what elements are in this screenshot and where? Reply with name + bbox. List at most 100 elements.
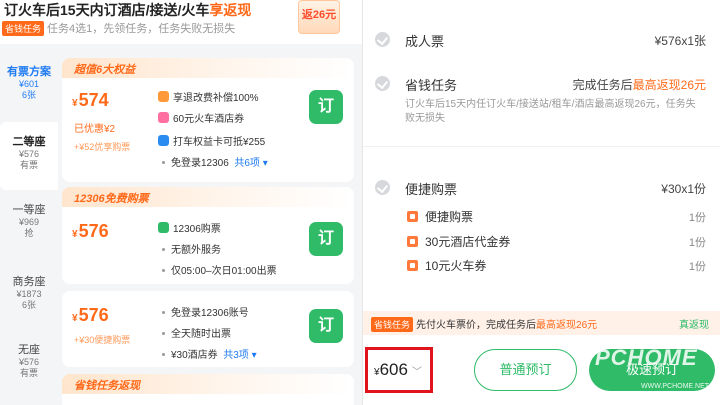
seat-price: ¥969 [18,217,40,227]
currency-symbol: ¥ [72,229,78,240]
taxi-card-icon [158,135,169,146]
seat-name: 一等座 [12,204,46,216]
item-qty: 1份 [688,212,706,224]
bullet-icon [162,332,165,335]
feature-item: 12306购票 [158,220,221,235]
card-header: 省钱任务返现 [62,374,354,394]
bullet-icon [162,248,165,251]
red-envelope-icon[interactable]: 返26元 [298,0,340,34]
seat-stock: 6张 [21,90,36,100]
divider [363,146,720,147]
seat-type-nav: 有票方案 ¥601 6张 二等座 ¥576 有票 一等座 ¥969 抢 商务座 … [0,58,58,405]
seat-tab-no-seat[interactable]: 无座 ¥576 有票 [0,344,58,388]
seat-tab-ticket-plan[interactable]: 有票方案 ¥601 6张 [0,66,58,110]
card-header-label: 12306免费购票 [74,193,149,205]
envelope-label: 返26元 [301,9,337,21]
package-card-convenient[interactable]: ¥576 +¥30便捷购票 免登录12306账号 全天随时出票 ¥30酒店券 共… [62,291,354,367]
task-value-prefix: 完成任务后 [572,78,633,92]
feature-item: ¥30酒店券 共3项 ▾ [158,346,257,361]
item-qty: 1份 [688,237,706,249]
bullet-icon [162,269,165,272]
feature-text: 全天随时出票 [171,329,231,340]
bullet-icon [162,311,165,314]
task-tag: 省钱任务 [371,317,414,332]
feature-item: 仅05:00–次日01:00出票 [158,262,277,277]
more-features-link[interactable]: 共6项 [234,158,260,169]
savings-task-bar[interactable]: 省钱任务 先付火车票价，完成任务后最高返现26元 真返现 [363,311,720,335]
convenient-ticket-label: 便捷购票 [405,182,458,197]
seat-price: ¥576 [18,357,40,367]
watermark-logo: PCHOME [595,345,698,370]
price-value: 574 [78,90,109,110]
card-price: ¥576 [72,221,109,242]
total-price: ¥606 ﹀ [374,360,422,380]
seat-tab-business-class[interactable]: 商务座 ¥1873 6张 [0,276,58,320]
real-cashback-label: 真返现 [679,320,709,331]
item-label: 30元酒店代金券 [425,235,511,249]
feature-text: ¥30酒店券 [171,350,218,361]
currency-symbol: ¥ [72,313,78,324]
seat-price: ¥601 [18,79,40,89]
hotel-coupon-icon [158,112,169,123]
feature-item: 免登录12306 共6项 ▾ [158,154,268,169]
promo-title-highlight: 享返现 [209,2,252,18]
item-qty: 1份 [688,261,706,273]
adult-ticket-label: 成人票 [405,34,445,49]
card-subtip: +¥52优享购票 [74,142,131,152]
check-icon [375,32,390,47]
price-value: 576 [78,221,109,241]
task-value-highlight: 最高返现26元 [632,78,706,92]
task-tag: 省钱任务 [2,21,45,36]
seat-name: 二等座 [12,136,46,148]
feature-text: 打车权益卡可抵¥255 [173,137,266,148]
card-saving: 已优惠¥2 [74,124,116,135]
book-button[interactable]: 订 [309,309,343,343]
task-bar-main: 先付火车票价，完成任务后 [416,320,537,331]
book-button[interactable]: 订 [309,222,343,256]
seat-tab-second-class[interactable]: 二等座 ¥576 有票 [0,122,58,190]
book-button[interactable]: 订 [309,90,343,124]
savings-task-label: 省钱任务 [405,78,458,93]
more-features-link[interactable]: 共3项 [223,350,249,361]
feature-item: 打车权益卡可抵¥255 [158,133,265,148]
price-value: 576 [78,305,109,325]
normal-booking-button[interactable]: 普通预订 [474,349,577,391]
watermark-url: WWW.PCHOME.NET [641,383,710,390]
adult-ticket-value: ¥576x1张 [654,34,706,48]
card-header-label: 省钱任务返现 [74,380,140,392]
ticket-options-pane: 订火车后15天内订酒店/接送/火车享返现 省钱任务 任务4选1，先领任务，任务失败… [0,0,362,405]
task-bar-highlight: 最高返现26元 [536,320,598,331]
train-ticket-icon [158,222,169,233]
seat-name: 有票方案 [7,66,51,78]
chevron-down-icon: ▾ [259,158,268,169]
item-label: 10元火车券 [425,259,487,273]
bullet-icon [162,353,165,356]
package-card-task[interactable]: 省钱任务返现 [62,374,354,405]
package-card-premium[interactable]: 超值6大权益 ¥574 已优惠¥2 +¥52优享购票 享退改费补偿100% 60… [62,58,354,182]
total-price-toggle[interactable]: ¥606 ﹀ [365,347,433,393]
seat-stock: 抢 [24,228,34,238]
cashback-promo-banner[interactable]: 订火车后15天内订酒店/接送/火车享返现 省钱任务 任务4选1，先领任务，任务失败… [0,0,362,44]
promo-subtitle: 省钱任务 任务4选1，先领任务，任务失败无损失 [2,20,235,36]
feature-item: 享退改费补偿100% [158,89,259,104]
seat-tab-first-class[interactable]: 一等座 ¥969 抢 [0,204,58,248]
task-bar-text: 省钱任务 先付火车票价，完成任务后最高返现26元 [371,316,597,332]
promo-title: 订火车后15天内订酒店/接送/火车享返现 [4,2,252,18]
item-icon [407,236,418,247]
chevron-down-icon: ﹀ [411,367,422,378]
card-header: 超值6大权益 [62,58,354,78]
currency-symbol: ¥ [72,98,78,109]
seat-price: ¥1873 [16,289,42,299]
savings-task-value: 完成任务后最高返现26元 [573,76,706,93]
feature-text: 12306购票 [173,224,221,235]
convenient-ticket-value: ¥30x1份 [661,182,706,196]
card-subtip: +¥30便捷购票 [74,335,131,345]
feature-text: 享退改费补偿100% [173,93,259,104]
item-icon [407,211,418,222]
chevron-down-icon: ▾ [248,350,257,361]
package-card-12306[interactable]: 12306免费购票 ¥576 12306购票 无额外服务 仅05:00–次日01… [62,187,354,284]
checkout-bar: ¥606 ﹀ 普通预订 极速预订 PCHOME WWW.PCHOME.NET [363,335,720,405]
seat-name: 商务座 [12,276,46,288]
card-header: 12306免费购票 [62,187,354,207]
feature-item: 全天随时出票 [158,325,231,340]
